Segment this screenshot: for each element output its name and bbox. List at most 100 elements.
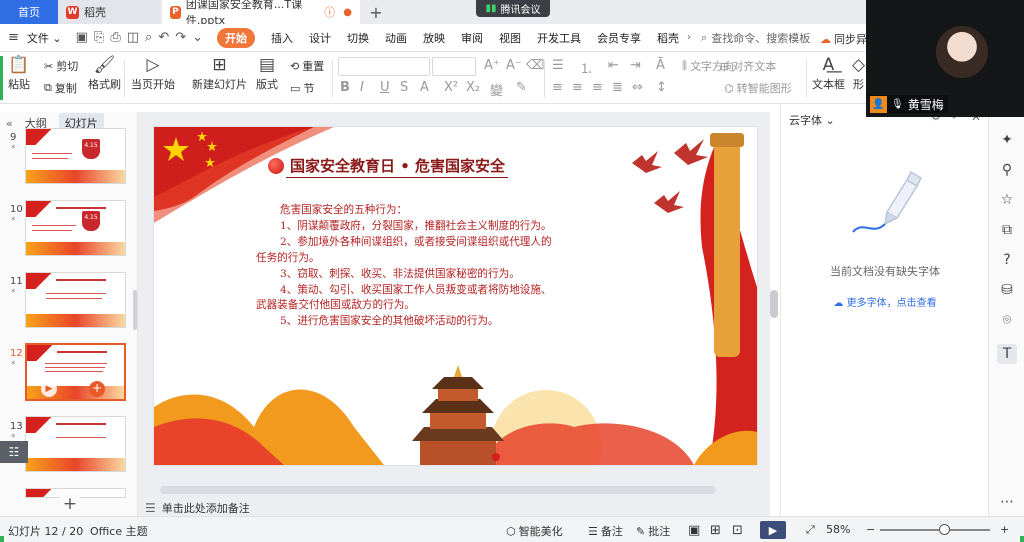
subscript-icon[interactable]: X₂ [466, 80, 480, 95]
align-text-button[interactable]: ⊟ 对齐文本 [720, 58, 776, 74]
slide-thumbnail-13[interactable] [25, 416, 126, 472]
fit-window-icon[interactable]: ⤢ [806, 523, 815, 537]
align-center-icon[interactable]: ≡ [572, 80, 583, 95]
slide-body-text[interactable]: 危害国家安全的五种行为： 1、阴谋颠覆政府，分裂国家，推翻社会主义制度的行为。 … [256, 203, 576, 330]
normal-view-icon[interactable]: ▣ [688, 523, 700, 538]
editor-vertical-scrollbar[interactable] [770, 290, 778, 318]
phonetic-icon[interactable]: 變 [490, 80, 503, 99]
grow-font-icon[interactable]: A⁺ [484, 58, 500, 73]
shape-button[interactable]: ◇ 形 [852, 56, 865, 92]
reset-button[interactable]: ⟲ 重置 [290, 58, 324, 74]
warning-icon[interactable]: ⓘ [324, 4, 335, 20]
video-call-overlay[interactable]: 👤 🎙 黄雪梅 [866, 0, 1024, 117]
zoom-slider[interactable] [880, 529, 990, 531]
search-doc-icon[interactable]: ⌕ [145, 30, 152, 45]
print-icon[interactable]: ⎙ [110, 30, 120, 45]
meeting-indicator[interactable]: ▮▮ 腾讯会议 [476, 0, 550, 17]
menu-review[interactable]: 审阅 [461, 30, 483, 46]
menu-slideshow[interactable]: 放映 [423, 30, 445, 46]
slide-title[interactable]: 国家安全教育日 • 危害国家安全 [290, 155, 505, 176]
slide-thumbnail-11[interactable] [25, 272, 126, 328]
new-slide-button[interactable]: ⊞ 新建幻灯片 [192, 56, 247, 92]
from-current-button[interactable]: ▷ 当页开始 [131, 56, 175, 92]
more-options-icon[interactable]: ⋯ [997, 492, 1017, 512]
textbox-button[interactable]: A͟ 文本框 [812, 56, 845, 92]
align-left-icon[interactable]: ≡ [552, 80, 563, 95]
tab-home[interactable]: 首页 [0, 0, 58, 24]
bold-icon[interactable]: B [340, 80, 350, 95]
redo-icon[interactable]: ↷ [175, 30, 186, 45]
shrink-font-icon[interactable]: A⁻ [506, 58, 522, 73]
menu-scroll-right-icon[interactable]: › [687, 32, 691, 43]
line-spacing-icon[interactable]: ↕ [656, 80, 667, 95]
save-icon[interactable]: ▣ [76, 30, 88, 45]
transition-icon[interactable]: ⧉ [997, 220, 1017, 240]
menu-developer[interactable]: 开发工具 [537, 30, 581, 46]
play-slideshow-button[interactable]: ▶ [760, 521, 786, 539]
adjust-icon[interactable]: ⚲ [997, 160, 1017, 180]
current-slide[interactable]: 国家安全教育日 • 危害国家安全 危害国家安全的五种行为： 1、阴谋颠覆政府，分… [154, 127, 757, 465]
magic-icon[interactable]: ✦ [997, 130, 1017, 150]
paste-button[interactable]: 📋 粘贴 [8, 56, 30, 92]
help-icon[interactable]: ? [997, 250, 1017, 270]
pane-list-icon[interactable]: ☷ [0, 441, 28, 463]
beautify-button[interactable]: ⬡ 智能美化 [506, 523, 563, 539]
preview-icon[interactable]: ◫ [127, 30, 139, 45]
highlight-icon[interactable]: ✎ [516, 80, 527, 95]
menu-daoke[interactable]: 稻壳 [657, 30, 679, 46]
cloud-font-title[interactable]: 云字体 ⌄ [789, 112, 835, 128]
notes-toggle-button[interactable]: ☰ 备注 [588, 523, 623, 539]
thumbnails-scrollbar[interactable] [133, 290, 137, 330]
indent-increase-icon[interactable]: ⇥ [630, 58, 641, 73]
cut-button[interactable]: ✂ 剪切 [44, 58, 78, 74]
zoom-out-icon[interactable]: − [866, 523, 875, 536]
menu-transition[interactable]: 切换 [347, 30, 369, 46]
menu-start[interactable]: 开始 [217, 27, 256, 48]
menu-insert[interactable]: 插入 [271, 30, 293, 46]
bullet-list-icon[interactable]: ☰ [552, 58, 564, 73]
comments-button[interactable]: ✎ 批注 [636, 523, 670, 539]
notes-area[interactable]: ☰ 单击此处添加备注 [145, 499, 770, 516]
slide-thumbnail-12[interactable]: ▶ + [25, 343, 126, 401]
section-button[interactable]: ▭ 节 [290, 80, 314, 96]
format-brush-button[interactable]: 🖌 格式刷 [88, 56, 121, 92]
char-spacing-icon[interactable]: Ā [656, 58, 665, 73]
more-fonts-link[interactable]: ☁ 更多字体，点击查看 [781, 294, 989, 309]
menu-file[interactable]: 文件 ⌄ [27, 30, 62, 46]
tab-daoke[interactable]: W 稻壳 [58, 0, 160, 24]
font-size-select[interactable] [432, 57, 476, 76]
menu-member[interactable]: 会员专享 [597, 30, 641, 46]
editor-horizontal-scrollbar[interactable] [160, 486, 716, 494]
number-list-icon[interactable]: ⒈ [580, 58, 593, 77]
add-slide-after-icon[interactable]: + [89, 381, 105, 397]
font-icon[interactable]: T [997, 344, 1017, 364]
menu-icon[interactable]: ≡ [8, 30, 19, 45]
sync-button[interactable]: ☁ 同步异 [820, 31, 867, 47]
distribute-icon[interactable]: ⇔ [632, 80, 643, 95]
sorter-view-icon[interactable]: ⊞ [710, 523, 721, 538]
add-slide-button[interactable]: + [60, 494, 80, 514]
zoom-level[interactable]: 58% [826, 523, 850, 536]
align-right-icon[interactable]: ≡ [592, 80, 603, 95]
undo-icon[interactable]: ↶ [158, 30, 169, 45]
superscript-icon[interactable]: X² [444, 80, 458, 95]
menu-view[interactable]: 视图 [499, 30, 521, 46]
menu-design[interactable]: 设计 [309, 30, 331, 46]
backup-icon[interactable]: ⛁ [997, 280, 1017, 300]
shadow-icon[interactable]: S [400, 80, 408, 95]
animation-icon[interactable]: ☆ [997, 190, 1017, 210]
slide-thumbnail-10[interactable]: 4.15 [25, 200, 126, 256]
indent-decrease-icon[interactable]: ⇤ [608, 58, 619, 73]
layout-button[interactable]: ▤ 版式 [256, 56, 278, 92]
menu-animation[interactable]: 动画 [385, 30, 407, 46]
font-family-select[interactable] [338, 57, 430, 76]
zoom-slider-thumb[interactable] [938, 524, 950, 535]
zoom-in-icon[interactable]: + [1000, 523, 1009, 536]
italic-icon[interactable]: I [360, 80, 364, 95]
justify-icon[interactable]: ≣ [612, 80, 623, 95]
tab-document[interactable]: P 团课国家安全教育...T课件.pptx ⓘ ● [162, 0, 360, 27]
more-icon[interactable]: ⌄ [192, 30, 203, 45]
export-icon[interactable]: ⎘ [94, 30, 104, 45]
clear-format-icon[interactable]: ⌫ [526, 58, 544, 73]
add-tab-button[interactable]: + [364, 0, 388, 24]
